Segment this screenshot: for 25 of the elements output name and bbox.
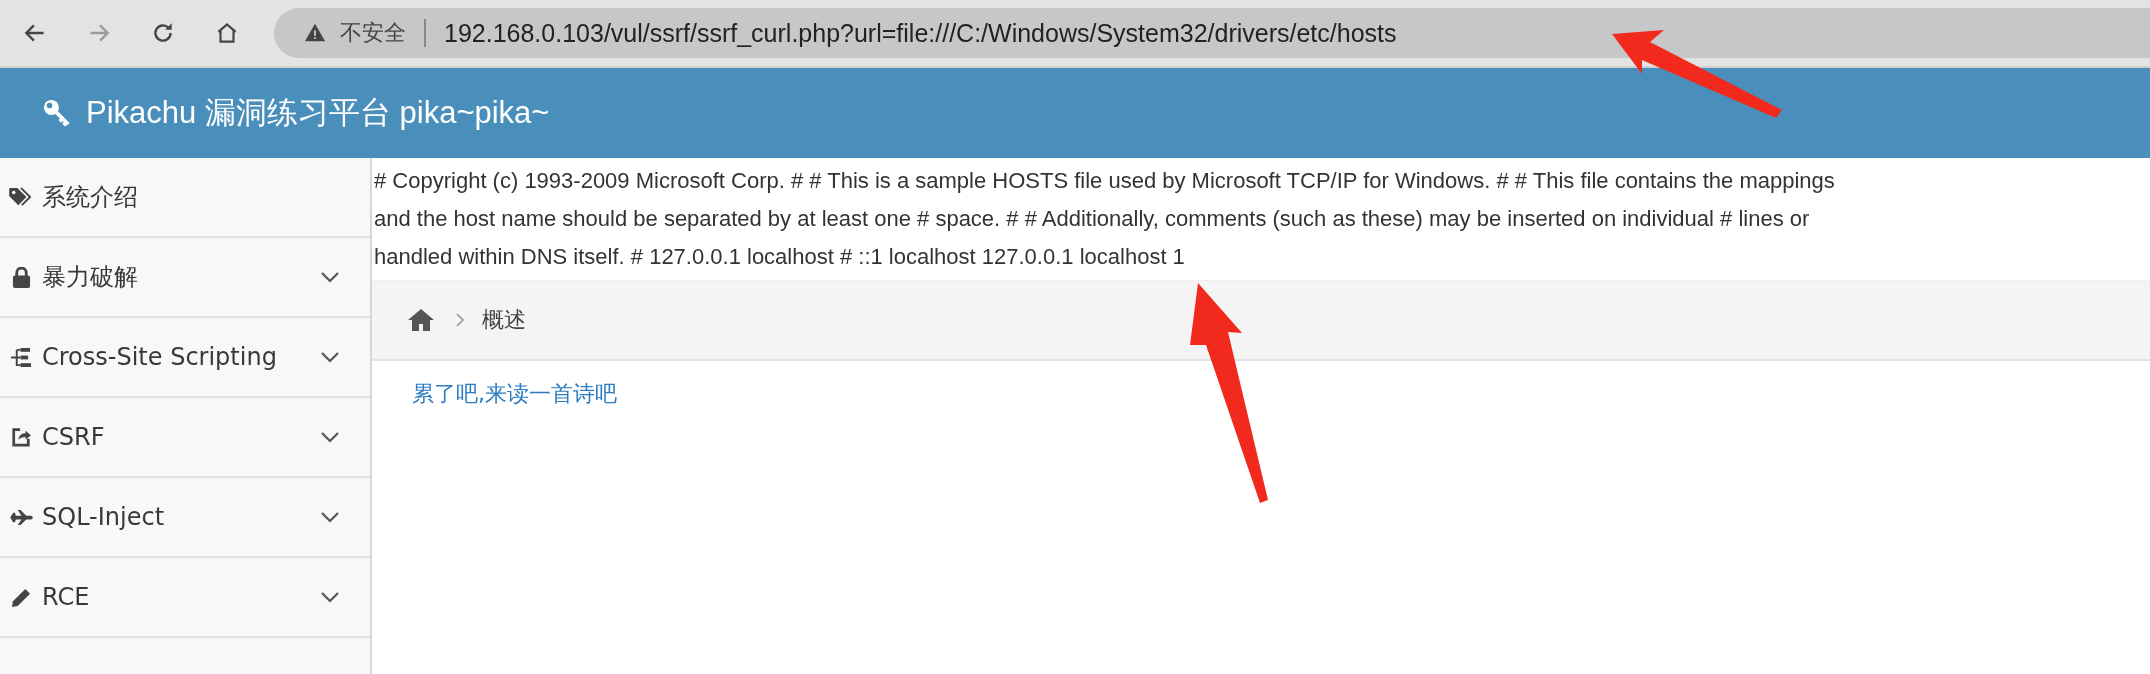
sidebar-item[interactable]: 暴力破解 (0, 238, 370, 318)
breadcrumb-item: 概述 (482, 306, 526, 334)
sidebar-item[interactable]: 系统介绍 (0, 158, 370, 238)
home-icon[interactable] (408, 309, 434, 331)
pencil-icon (11, 587, 31, 607)
sidebar-item[interactable]: RCE (0, 558, 370, 638)
tag-icon (9, 187, 33, 207)
hosts-file-text: and the host name should be separated by at least one # space. # # Additionally, comments (such as these) may be inserted on individual # lines or (374, 205, 1811, 233)
sidebar-item[interactable]: Cross-Site Scripting (0, 318, 370, 398)
poem-link[interactable]: 累了吧,来读一首诗吧 (412, 379, 617, 409)
lock-icon (11, 266, 31, 288)
plane-icon (9, 509, 33, 525)
address-bar[interactable]: 不安全 192.168.0.103/vul/ssrf/ssrf_curl.php?url=file:///C:/Windows/System32/drivers/etc/hosts (274, 8, 2150, 58)
sidebar-item[interactable]: SQL-Inject (0, 478, 370, 558)
sidebar-item[interactable]: CSRF (0, 398, 370, 478)
chevron-right-icon (456, 313, 464, 327)
app-title: Pikachu 漏洞练习平台 pika~pika~ (86, 94, 550, 132)
sitemap-icon (10, 347, 32, 367)
share-icon (11, 427, 31, 447)
hosts-file-text: handled within DNS itself. # 127.0.0.1 localhost # ::1 localhost 127.0.0.1 localhost 1 (374, 243, 1186, 271)
warning-icon (304, 22, 326, 44)
hosts-file-text: # Copyright (c) 1993-2009 Microsoft Corp. # # This is a sample HOSTS file used by Microsoft TCP/IP for Windows. # # This file contains the mappings (374, 167, 1836, 195)
security-label: 不安全 (340, 19, 406, 47)
url-text: 192.168.0.103/vul/ssrf/ssrf_curl.php?url=file:///C:/Windows/System32/drivers/etc/hosts (444, 18, 1397, 48)
key-icon (42, 98, 72, 128)
